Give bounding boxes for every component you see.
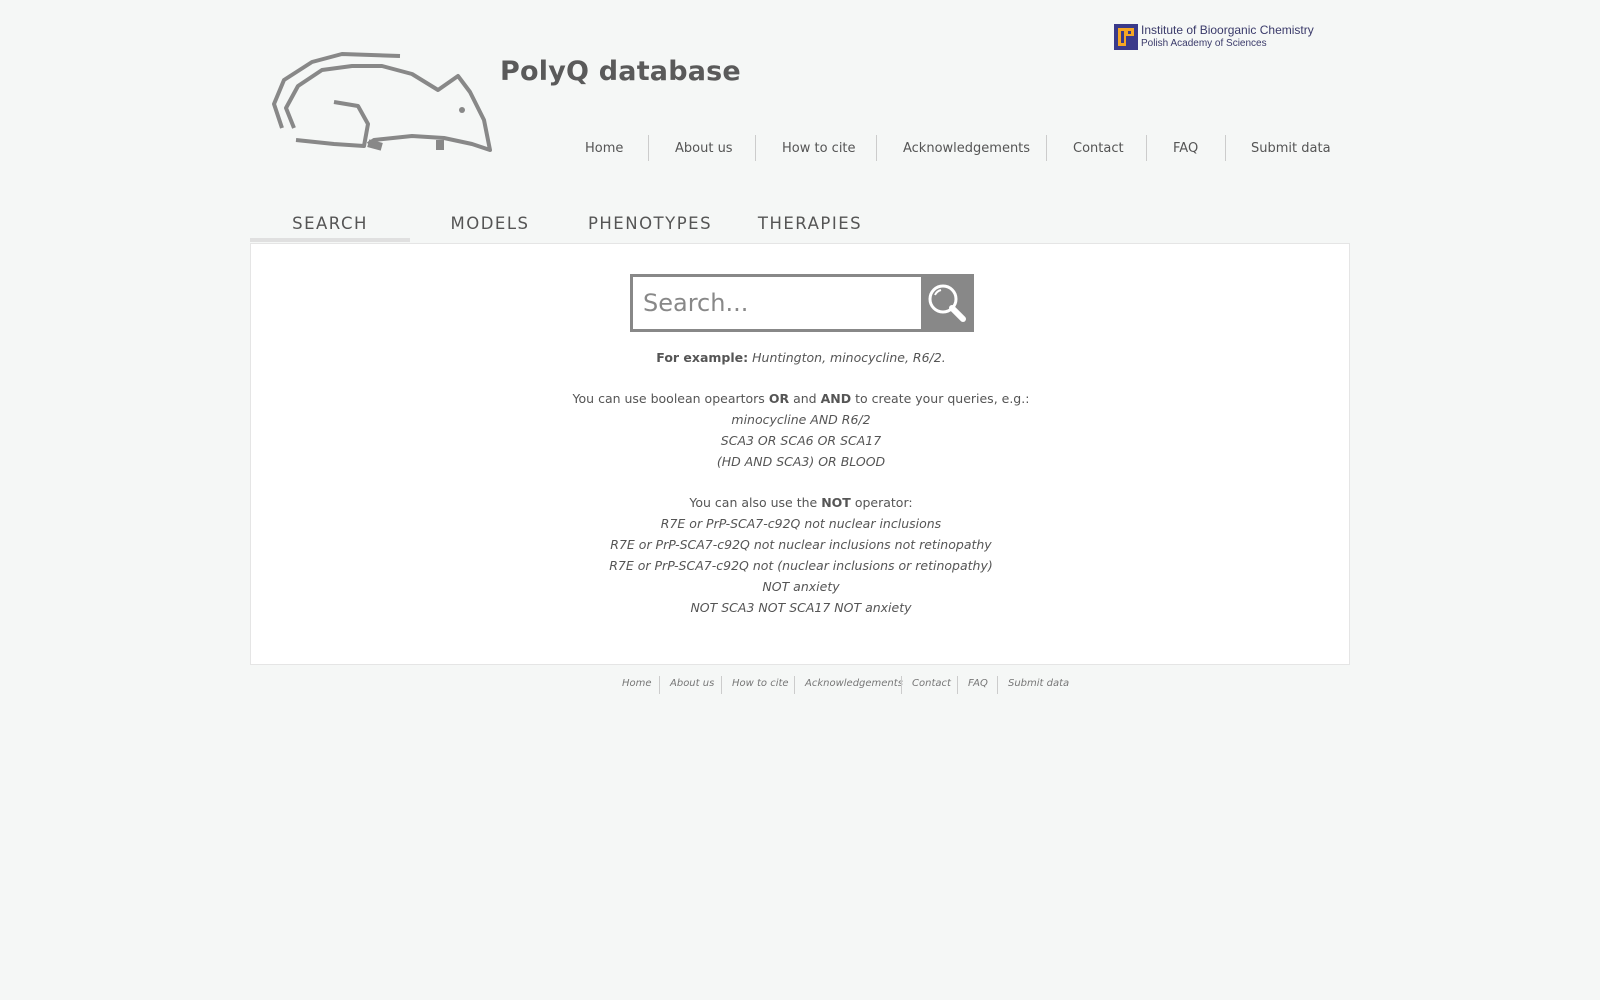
example-line: For example: Huntington, minocycline, R6… [251,347,1351,368]
footer-nav-acknowledgements[interactable]: Acknowledgements [805,678,903,689]
operator-and: AND [820,391,852,406]
nav-divider [755,135,756,161]
footer-divider [957,676,958,694]
operator-not: NOT [821,495,851,510]
footer-divider [721,676,722,694]
footer-nav-submit-data[interactable]: Submit data [1008,678,1069,689]
search-button[interactable] [921,277,971,329]
example-label: For example: [656,350,749,365]
nav-divider [876,135,877,161]
not-intro-suffix: operator: [854,495,913,510]
nav-about-us[interactable]: About us [675,141,733,156]
footer-nav: Home About us How to cite Acknowledgemen… [0,676,1600,696]
nav-acknowledgements[interactable]: Acknowledgements [903,141,1030,156]
not-example: R7E or PrP-SCA7-c92Q not nuclear inclusi… [610,537,992,552]
top-nav: Home About us How to cite Acknowledgemen… [0,135,1600,163]
not-example: R7E or PrP-SCA7-c92Q not (nuclear inclus… [609,558,993,573]
site-title: PolyQ database [500,56,741,87]
boolean-example: SCA3 OR SCA6 OR SCA17 [720,433,882,448]
footer-divider [997,676,998,694]
institute-logo[interactable]: Institute of Bioorganic Chemistry Polish… [1114,22,1326,54]
search-bar [630,274,974,332]
nav-how-to-cite[interactable]: How to cite [782,141,856,156]
tab-models[interactable]: MODELS [410,205,570,242]
nav-faq[interactable]: FAQ [1173,141,1198,156]
nav-divider [1046,135,1047,161]
example-text: Huntington, minocycline, R6/2. [752,350,946,365]
footer-nav-faq[interactable]: FAQ [968,678,988,689]
footer-nav-home[interactable]: Home [622,678,652,689]
footer-divider [901,676,902,694]
boolean-intro-text: You can use boolean opeartors [572,391,765,406]
not-example: R7E or PrP-SCA7-c92Q not nuclear inclusi… [660,516,942,531]
boolean-example: minocycline AND R6/2 [731,412,871,427]
footer-nav-about-us[interactable]: About us [670,678,714,689]
boolean-intro: You can use boolean opeartors OR and AND… [251,388,1351,409]
footer-divider [659,676,660,694]
tab-therapies[interactable]: THERAPIES [730,205,890,242]
tab-phenotypes[interactable]: PHENOTYPES [570,205,730,242]
boolean-example: (HD AND SCA3) OR BLOOD [716,454,886,469]
institute-logo-icon [1114,24,1138,50]
nav-submit-data[interactable]: Submit data [1251,141,1331,156]
not-example: NOT anxiety [762,579,840,594]
tab-search[interactable]: SEARCH [250,205,410,242]
search-icon [928,284,966,322]
not-intro-text: You can also use the [689,495,818,510]
operator-or: OR [768,391,790,406]
not-example: NOT SCA3 NOT SCA17 NOT anxiety [690,600,912,615]
search-input[interactable] [633,277,923,329]
and-word: and [793,391,817,406]
footer-nav-contact[interactable]: Contact [912,678,951,689]
nav-divider [648,135,649,161]
not-intro: You can also use the NOT operator: [251,492,1351,513]
nav-home[interactable]: Home [585,141,623,156]
nav-divider [1146,135,1147,161]
institute-name: Institute of Bioorganic Chemistry [1141,23,1314,37]
search-help: For example: Huntington, minocycline, R6… [251,347,1351,618]
institute-parent: Polish Academy of Sciences [1141,38,1267,49]
nav-divider [1225,135,1226,161]
category-tabs: SEARCH MODELS PHENOTYPES THERAPIES [250,205,1150,245]
nav-contact[interactable]: Contact [1073,141,1124,156]
search-panel: For example: Huntington, minocycline, R6… [250,243,1350,665]
footer-divider [794,676,795,694]
boolean-intro-suffix: to create your queries, e.g.: [855,391,1030,406]
footer-nav-how-to-cite[interactable]: How to cite [732,678,789,689]
